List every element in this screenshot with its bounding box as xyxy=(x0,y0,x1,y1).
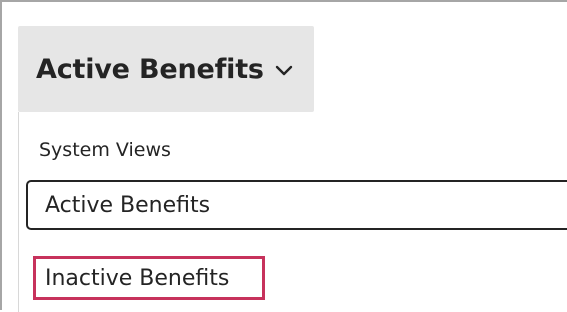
chevron-down-icon xyxy=(274,62,294,76)
menu-item-label: Active Benefits xyxy=(45,192,211,218)
view-selector-button[interactable]: Active Benefits xyxy=(18,26,314,112)
section-header-system-views: System Views xyxy=(39,139,171,161)
menu-item-active-benefits[interactable]: Active Benefits xyxy=(26,180,567,230)
view-selector-label: Active Benefits xyxy=(36,53,264,85)
window-frame: Active Benefits System Views Active Bene… xyxy=(0,0,567,312)
view-selector-flyout: System Views Active Benefits Inactive Be… xyxy=(18,112,567,312)
menu-item-inactive-benefits[interactable]: Inactive Benefits xyxy=(33,256,265,300)
menu-item-label: Inactive Benefits xyxy=(45,265,230,291)
